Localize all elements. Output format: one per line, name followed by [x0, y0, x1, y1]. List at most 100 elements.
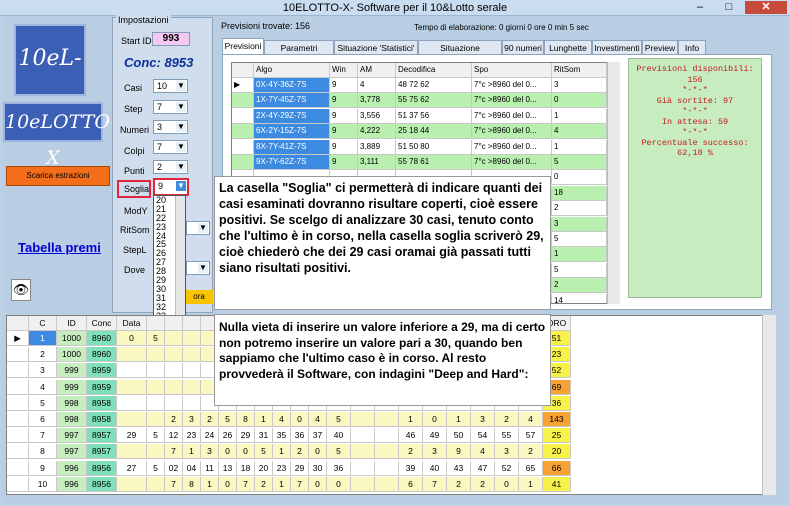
ritsom-select[interactable]: ▼ [186, 221, 210, 235]
grid-cell: 54 [471, 428, 495, 444]
grid-cell: 4 [519, 412, 543, 427]
soglia-value: 9 [158, 181, 164, 191]
grid-cell: 0 [309, 444, 327, 460]
grid-cell: 7°c >8960 del 0... [472, 139, 552, 155]
grid-cell: 0 [495, 476, 519, 492]
grid-cell: 1 [273, 444, 291, 460]
grid-cell: C [29, 316, 57, 331]
grid-cell: 46 [399, 428, 423, 444]
casi-select[interactable]: 10 ▼ [153, 79, 188, 93]
step-label: Step [124, 104, 143, 114]
previsioni-trovate: Previsioni trovate: 156 [221, 21, 311, 31]
grid-cell: 0 [219, 476, 237, 492]
grid-cell: 0 [219, 444, 237, 460]
close-button[interactable]: ✕ [745, 1, 787, 14]
grid-cell: 0 [552, 170, 607, 186]
grid-cell: 999 [57, 379, 87, 395]
grid-cell: 997 [57, 428, 87, 444]
grid-cell: 8957 [87, 428, 117, 444]
table-row[interactable]: ▶ 0X-4Y-36Z-7S 9 4 48 72 62 7°c >8960 del 0..… [232, 78, 619, 93]
scarica-estrazioni-button[interactable]: Scarica estrazioni [6, 166, 110, 186]
grid-cell [117, 412, 147, 427]
tab-investimenti[interactable]: Investimenti [592, 40, 642, 55]
grid-cell: 31 [255, 428, 273, 444]
table-row[interactable]: 10 996 8956 7 8 1 0 7 2 1 7 0 0 6 7 2 2 0 1 41 [7, 476, 775, 492]
orange-action-button[interactable]: ora [185, 290, 213, 304]
grid-cell: 29 [117, 428, 147, 444]
chevron-down-icon: ▼ [176, 81, 186, 91]
soglia-select[interactable]: 9 ▼ [153, 178, 189, 196]
tab-preview[interactable]: Preview [642, 40, 678, 55]
grid-cell [375, 444, 399, 460]
table-row[interactable]: 6X-2Y-15Z-7S 9 4,222 25 18 44 7°c >8960 del … [232, 124, 619, 140]
grid-cell: 999 [57, 363, 87, 379]
grid-cell [232, 108, 254, 124]
grid-cell: 7 [165, 476, 183, 492]
grid-cell: 12 [165, 428, 183, 444]
start-id-input[interactable]: 993 [152, 32, 190, 46]
table-row[interactable]: 8 997 8957 7 1 3 0 0 5 1 2 0 5 2 3 9 4 3 2 20 [7, 444, 775, 460]
info-line: 62,18 % [677, 148, 713, 158]
stepl-label: StepL [123, 245, 147, 255]
grid-cell [183, 331, 201, 346]
grid-cell: 7°c >8960 del 0... [472, 108, 552, 124]
table-row[interactable]: 9X-7Y-62Z-7S 9 3,111 55 78 61 7°c >8960 del … [232, 155, 619, 170]
table-row[interactable]: 6 998 8958 2 3 2 5 8 1 4 0 4 5 1 0 1 3 2 4 143 [7, 412, 775, 427]
grid-cell: 14 [552, 293, 607, 303]
grid-cell: 1 [447, 412, 471, 427]
grid-cell: 8 [183, 476, 201, 492]
chevron-down-icon: ▼ [176, 162, 186, 172]
tab-previsioni[interactable]: Previsioni [222, 38, 264, 55]
grid-cell: 2 [165, 412, 183, 427]
info-line: Percentuale successo: [641, 137, 749, 148]
grid-cell: Conc [87, 316, 117, 331]
grid-cell: 2 [471, 476, 495, 492]
grid-cell: 11 [201, 460, 219, 476]
table-row[interactable]: 9 996 8956 27 5 02 04 11 13 18 20 23 29 30 36 39 40 43 47 5… [7, 460, 775, 476]
estrazioni-scrollbar[interactable] [762, 315, 776, 495]
tabella-premi-link[interactable]: Tabella premi [18, 240, 101, 255]
tab-situazione-previsioni[interactable]: Situazione 'Previsioni' [418, 40, 502, 67]
tab-info[interactable]: Info [678, 40, 706, 55]
tab-situazione-statistici[interactable]: Situazione 'Statistici' [334, 40, 418, 55]
tab-parametri-statistici[interactable]: Parametri statistici [264, 40, 334, 67]
maximize-button[interactable]: □ [714, 1, 744, 14]
table-row[interactable]: 8X-7Y-41Z-7S 9 3,889 51 50 80 7°c >8960 del … [232, 139, 619, 155]
minimize-button[interactable]: – [686, 1, 714, 14]
riepilogo-box: Previsioni disponibili: 156 *-*-* Già so… [628, 58, 762, 298]
grid-cell: 2 [552, 278, 607, 294]
grid-cell: 7 [423, 476, 447, 492]
grid-cell: ▶ [7, 331, 29, 346]
chevron-down-icon: ▼ [176, 181, 186, 191]
grid-cell: 2 [552, 201, 607, 217]
table-row[interactable]: 1X-7Y-45Z-7S 9 3,778 55 75 62 7°c >8960 del … [232, 93, 619, 109]
tab-90-numeri[interactable]: 90 numeri [502, 40, 544, 55]
info-line: *-*-* [682, 85, 708, 95]
grid-cell: 35 [273, 428, 291, 444]
info-line: Già sortite: 97 [656, 95, 734, 106]
step-select[interactable]: 7 ▼ [153, 100, 188, 114]
grid-cell: 4 [358, 78, 396, 93]
grid-cell: 18 [552, 185, 607, 201]
dove-select[interactable]: ▼ [186, 261, 210, 275]
ritsom-label: RitSom [120, 225, 150, 235]
table-row[interactable]: 2X-4Y-29Z-7S 9 3,556 51 37 56 7°c >8960 del … [232, 108, 619, 124]
info-line: *-*-* [682, 106, 708, 116]
grid-cell [7, 412, 29, 427]
grid-cell: 3,111 [358, 155, 396, 170]
grid-cell: 2 [447, 476, 471, 492]
punti-select[interactable]: 2 ▼ [153, 160, 188, 174]
grid-cell: 997 [57, 444, 87, 460]
grid-cell: 3 [423, 444, 447, 460]
column-header [232, 63, 254, 78]
grid-cell: 4 [29, 379, 57, 395]
table-row[interactable]: 7 997 8957 29 5 12 23 24 26 29 31 35 36 37 40 46 49 50 54 5… [7, 428, 775, 444]
eye-icon[interactable]: 👁 [11, 279, 31, 301]
grid-cell: 65 [519, 460, 543, 476]
tab-lunghette[interactable]: Lunghette [544, 40, 592, 55]
punti-label: Punti [124, 166, 145, 176]
numeri-select[interactable]: 3 ▼ [153, 120, 188, 134]
previsioni-scrollbar[interactable] [607, 62, 620, 304]
colpi-select[interactable]: 7 ▼ [153, 140, 188, 154]
grid-cell: 6 [399, 476, 423, 492]
